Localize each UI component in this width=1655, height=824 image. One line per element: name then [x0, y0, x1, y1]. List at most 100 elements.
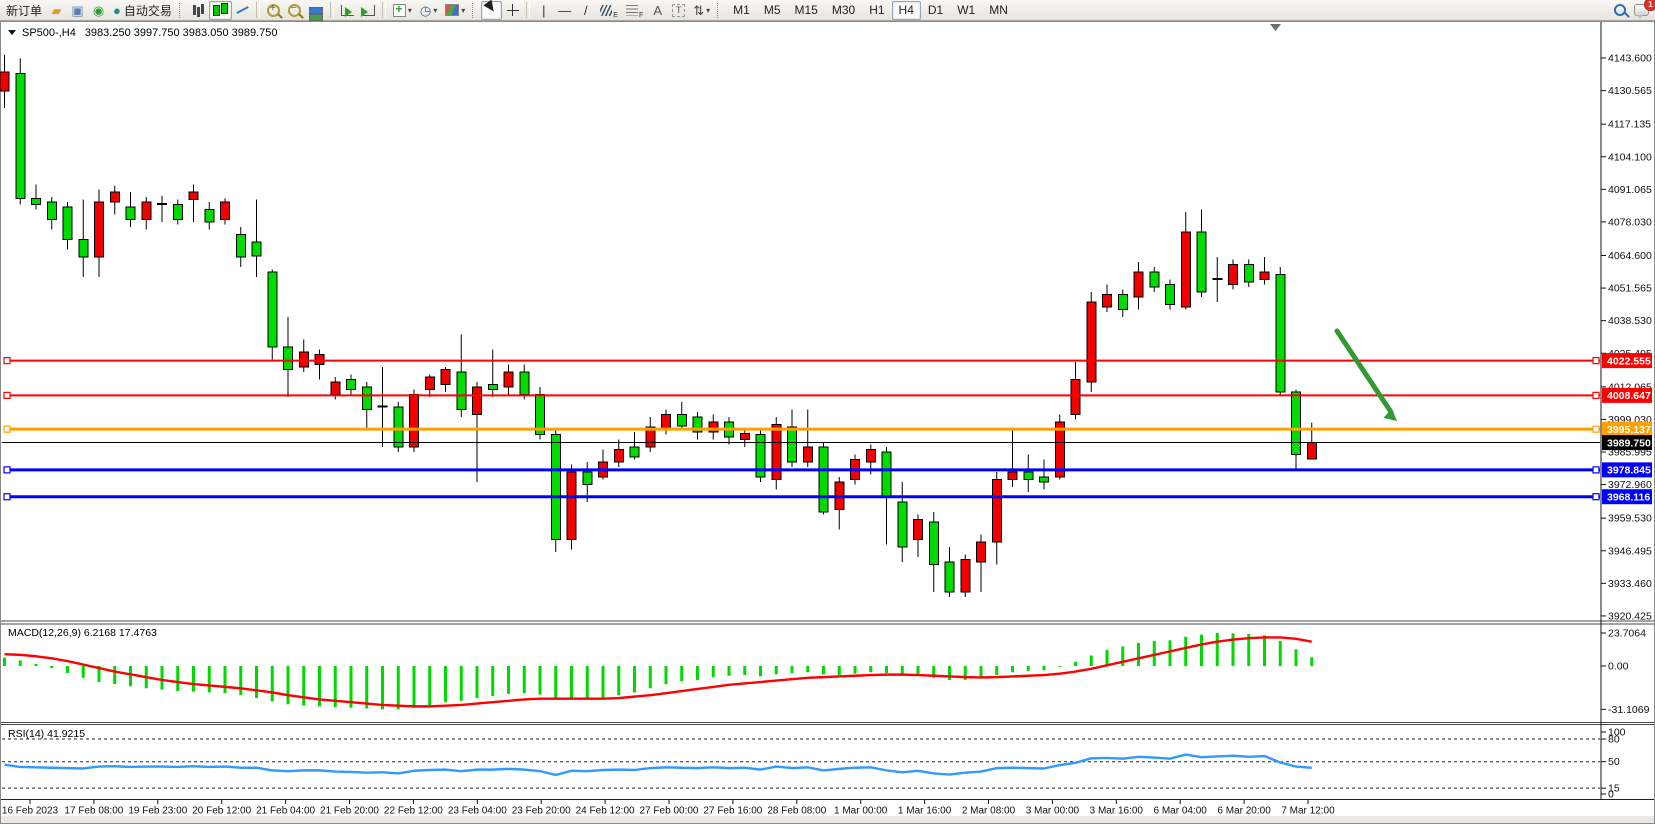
- macd-bar: [822, 666, 825, 674]
- candle: [866, 450, 875, 463]
- chart-canvas[interactable]: 4143.6004130.5654117.1354104.1004091.065…: [0, 0, 1655, 824]
- channel-button[interactable]: E: [596, 1, 622, 20]
- candle: [1008, 472, 1017, 480]
- line-end-marker: [4, 467, 10, 473]
- macd-bar: [1279, 641, 1282, 666]
- candle: [0, 72, 9, 91]
- candle: [677, 415, 686, 426]
- macd-bar: [271, 666, 274, 701]
- arrows-button[interactable]: ⇅▾: [689, 1, 714, 20]
- macd-axis-label: 0.00: [1608, 661, 1629, 673]
- crosshair-button[interactable]: [502, 1, 523, 20]
- separator: [526, 2, 530, 18]
- macd-bar: [176, 666, 179, 691]
- macd-bar: [1216, 633, 1219, 666]
- arrows-icon: ⇅: [693, 4, 704, 17]
- auto-scroll-button[interactable]: [337, 1, 358, 20]
- line-end-marker: [4, 358, 10, 364]
- vertical-line-button[interactable]: |: [533, 1, 554, 20]
- zoom-in-button[interactable]: [263, 1, 284, 20]
- text-icon: A: [653, 4, 662, 17]
- macd-bar: [491, 666, 494, 696]
- signal-icon[interactable]: ◉: [88, 1, 109, 20]
- candle: [95, 202, 104, 257]
- candle: [1229, 265, 1238, 285]
- tile-windows-button[interactable]: [305, 1, 327, 20]
- tf-MN[interactable]: MN: [982, 1, 1015, 20]
- time-tick-label: 6 Mar 20:00: [1217, 806, 1271, 817]
- svg-text:3968.116: 3968.116: [1607, 492, 1650, 504]
- macd-bar: [239, 666, 242, 695]
- price-tag-3968.116: 3968.116: [1602, 489, 1652, 504]
- candle: [473, 387, 482, 415]
- candle: [63, 207, 72, 240]
- candle: [992, 480, 1001, 543]
- candle: [110, 192, 119, 202]
- candle: [1150, 272, 1159, 287]
- trendline-button[interactable]: /: [575, 1, 596, 20]
- terminal-icon[interactable]: ▣: [67, 1, 88, 20]
- label-button[interactable]: T: [668, 1, 689, 20]
- candle: [457, 372, 466, 410]
- candle: [1244, 265, 1253, 283]
- tf-H1[interactable]: H1: [862, 1, 891, 20]
- candle: [173, 205, 182, 220]
- candle: [16, 73, 25, 198]
- time-tick-label: 2 Mar 08:00: [962, 806, 1016, 817]
- candle: [1071, 380, 1080, 415]
- cursor-button[interactable]: [481, 1, 502, 20]
- candle: [299, 352, 308, 367]
- candlestick-chart-button[interactable]: [209, 1, 232, 20]
- fibonacci-button[interactable]: F: [622, 1, 647, 20]
- period-clock-button[interactable]: ◷▾: [416, 1, 441, 20]
- macd-bar: [82, 666, 85, 678]
- macd-bar: [649, 666, 652, 688]
- tf-H4[interactable]: H4: [892, 1, 921, 20]
- tf-W1[interactable]: W1: [950, 1, 982, 20]
- tf-M5[interactable]: M5: [757, 1, 788, 20]
- line-chart-button[interactable]: [232, 1, 253, 20]
- macd-bar: [602, 666, 605, 698]
- candle: [1276, 275, 1285, 393]
- tf-M1[interactable]: M1: [726, 1, 757, 20]
- chart-shift-button[interactable]: [358, 1, 379, 20]
- time-tick-label: 27 Feb 00:00: [640, 806, 699, 817]
- horizontal-line-button[interactable]: —: [554, 1, 575, 20]
- template-button[interactable]: ▾: [441, 1, 469, 20]
- new-order-button[interactable]: 新订单: [2, 1, 46, 20]
- price-tick-label: 4038.530: [1608, 315, 1652, 327]
- template-icon: [445, 4, 459, 16]
- macd-bar: [460, 666, 463, 701]
- macd-bar: [743, 666, 746, 675]
- globe-icon: ●: [113, 4, 121, 17]
- zoom-out-button[interactable]: [284, 1, 305, 20]
- time-tick-label: 28 Feb 08:00: [767, 806, 826, 817]
- candle: [1260, 272, 1269, 280]
- time-tick-label: 20 Feb 12:00: [192, 806, 251, 817]
- tf-M30[interactable]: M30: [825, 1, 862, 20]
- gold-bars-icon[interactable]: ▰: [46, 1, 67, 20]
- chart-shift-icon: [362, 5, 375, 16]
- candle: [977, 542, 986, 562]
- separator: [330, 2, 334, 18]
- autotrading-button[interactable]: ●自动交易: [109, 1, 176, 20]
- text-button[interactable]: A: [647, 1, 668, 20]
- gold-bars-icon: ▰: [52, 4, 62, 17]
- vertical-line-icon: |: [542, 4, 545, 17]
- tf-M15[interactable]: M15: [788, 1, 825, 20]
- dropdown-arrow-icon: ▾: [461, 6, 465, 15]
- bar-chart-button[interactable]: [188, 1, 209, 20]
- notifications-icon[interactable]: 1: [1630, 1, 1653, 20]
- candle: [898, 502, 907, 547]
- auto-scroll-icon: [341, 5, 354, 16]
- new-chart-button[interactable]: ▾: [389, 1, 416, 20]
- macd-bar: [633, 666, 636, 692]
- time-tick-label: 7 Mar 12:00: [1281, 806, 1335, 817]
- toolbar: 新订单▰▣◉●自动交易▾◷▾▾|—/EFAT⇅▾M1M5M15M30H1H4D1…: [0, 0, 1655, 21]
- tf-D1[interactable]: D1: [921, 1, 950, 20]
- time-tick-label: 19 Feb 23:00: [128, 806, 187, 817]
- macd-bar: [617, 666, 620, 695]
- search-icon[interactable]: [1609, 1, 1630, 20]
- price-tick-label: 4064.600: [1608, 250, 1652, 262]
- notification-badge: 1: [1644, 0, 1655, 11]
